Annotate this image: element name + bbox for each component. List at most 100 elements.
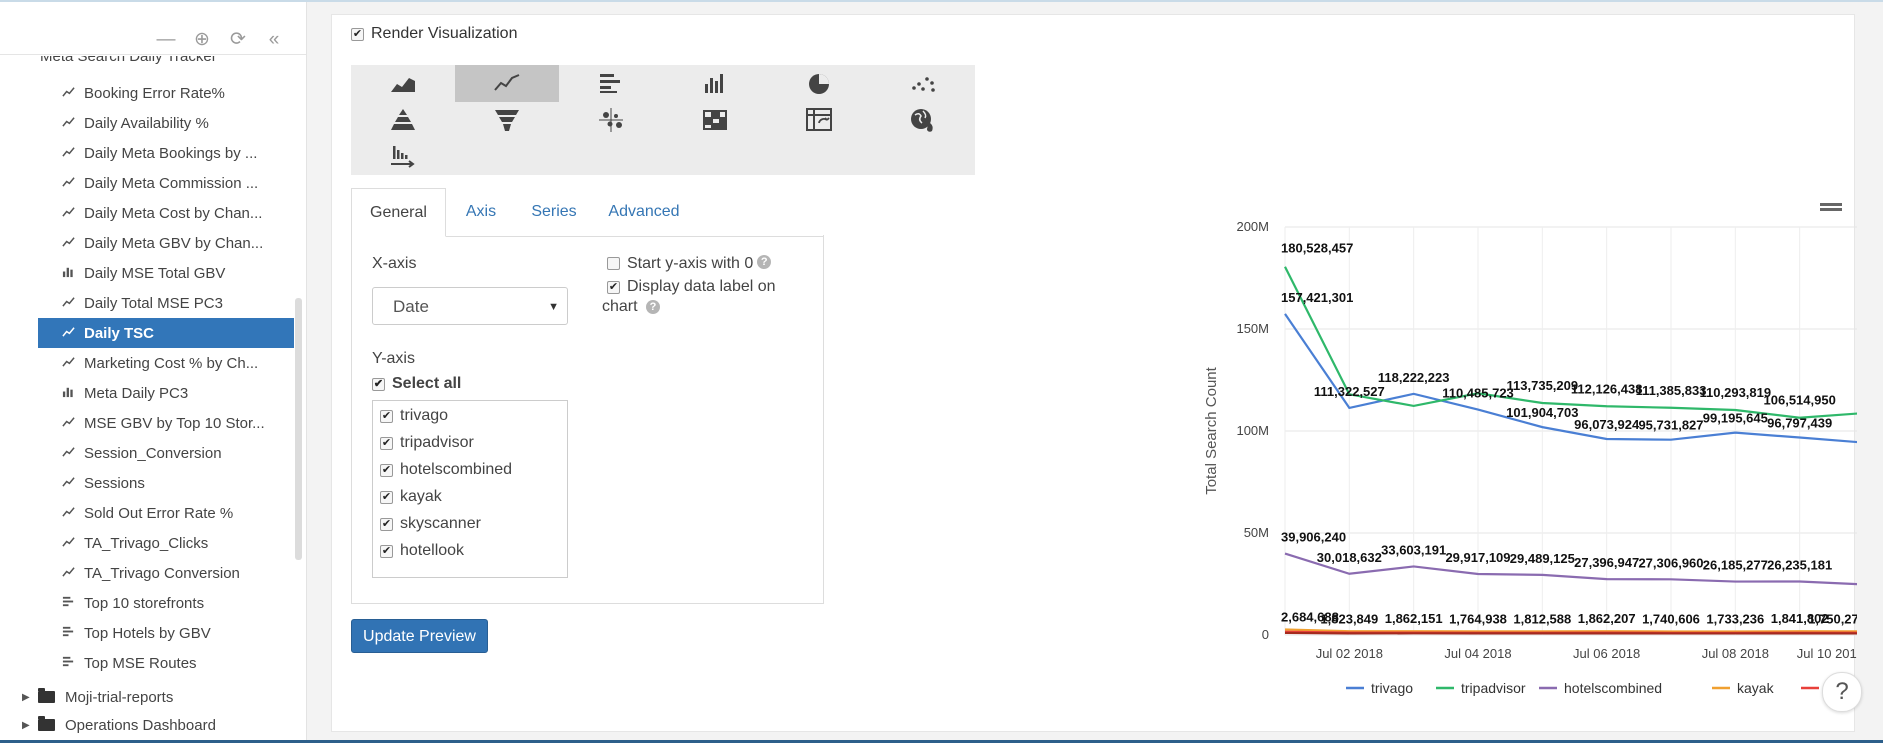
series-line-kayak[interactable] bbox=[1284, 628, 1857, 633]
menu-icon[interactable] bbox=[1820, 203, 1842, 206]
series-checkbox[interactable]: ✔ bbox=[380, 463, 393, 477]
legend-item[interactable]: hotelscombined bbox=[1564, 680, 1662, 696]
data-label: 99,195,645 bbox=[1703, 411, 1768, 426]
vertical-bar-icon[interactable] bbox=[663, 65, 767, 102]
sidebar-item[interactable]: Sold Out Error Rate % bbox=[38, 498, 294, 528]
sidebar-item[interactable]: Daily Total MSE PC3 bbox=[38, 288, 294, 318]
sidebar-item[interactable]: Daily Meta Bookings by ... bbox=[38, 138, 294, 168]
refresh-icon[interactable]: ⟳ bbox=[226, 28, 250, 52]
general-tab-panel: X-axis Date ▼ Start y-axis with 0 ? ✔ Di… bbox=[351, 235, 824, 604]
data-label: 113,735,209 bbox=[1507, 378, 1579, 393]
start-y-zero-checkbox[interactable] bbox=[607, 257, 620, 270]
data-label: 27,306,960 bbox=[1638, 555, 1703, 570]
sidebar-item[interactable]: Daily Meta Cost by Chan... bbox=[38, 198, 294, 228]
sidebar-item[interactable]: Meta Daily PC3 bbox=[38, 378, 294, 408]
data-label: 1,740,606 bbox=[1642, 611, 1700, 626]
sidebar-item-label: Sessions bbox=[84, 474, 145, 492]
update-preview-button[interactable]: Update Preview bbox=[351, 619, 488, 653]
sidebar-item-label: TA_Trivago_Clicks bbox=[84, 534, 209, 552]
sidebar-item[interactable]: Top Hotels by GBV bbox=[38, 618, 294, 648]
help-icon[interactable]: ? bbox=[646, 299, 661, 314]
pie-chart-icon[interactable] bbox=[767, 65, 871, 102]
data-label-label: Display data label on bbox=[627, 278, 776, 295]
tab-general[interactable]: General bbox=[351, 188, 446, 237]
bubble-icon[interactable] bbox=[559, 101, 663, 138]
menu-icon[interactable] bbox=[1820, 208, 1842, 211]
data-label-checkbox[interactable]: ✔ bbox=[607, 280, 620, 294]
sidebar-item[interactable]: TA_Trivago Conversion bbox=[38, 558, 294, 588]
horizontal-bar-icon bbox=[62, 595, 84, 611]
legend-item[interactable]: tripadvisor bbox=[1461, 680, 1526, 696]
sidebar-item-label: Meta Daily PC3 bbox=[84, 384, 189, 402]
sidebar-folder[interactable]: ▶ Moji-trial-reports bbox=[22, 683, 216, 711]
tab-axis[interactable]: Axis bbox=[446, 188, 516, 235]
legend-item[interactable]: kayak bbox=[1737, 680, 1775, 696]
collapse-icon[interactable]: « bbox=[262, 28, 286, 52]
sidebar-item[interactable]: Daily Meta GBV by Chan... bbox=[38, 228, 294, 258]
series-option[interactable]: ✔ hotellook bbox=[380, 542, 464, 560]
data-label-option[interactable]: ✔ Display data label on chart ? bbox=[602, 278, 776, 316]
visualization-type-picker bbox=[351, 65, 975, 175]
line-chart-icon[interactable] bbox=[455, 65, 559, 102]
series-option[interactable]: ✔ kayak bbox=[380, 488, 442, 506]
sidebar-item-label: Daily Meta Cost by Chan... bbox=[84, 204, 263, 222]
heatmap-icon[interactable] bbox=[663, 101, 767, 138]
sidebar-item-label: Top MSE Routes bbox=[84, 654, 197, 672]
select-all-checkbox[interactable]: ✔ bbox=[372, 377, 385, 391]
pivot-table-icon[interactable] bbox=[767, 101, 871, 138]
select-all-option[interactable]: ✔ Select all bbox=[372, 375, 461, 393]
pyramid-icon[interactable] bbox=[351, 101, 455, 138]
line-chart-icon bbox=[62, 205, 84, 221]
render-visualization-checkbox[interactable]: ✔ bbox=[351, 27, 364, 41]
series-option[interactable]: ✔ tripadvisor bbox=[380, 434, 474, 452]
sidebar-scrollbar[interactable] bbox=[295, 298, 302, 560]
series-checkbox[interactable]: ✔ bbox=[380, 409, 393, 423]
render-visualization-toggle[interactable]: ✔ Render Visualization bbox=[351, 25, 517, 43]
minus-icon[interactable]: — bbox=[154, 28, 178, 52]
series-checkbox[interactable]: ✔ bbox=[380, 490, 393, 504]
caret-right-icon[interactable]: ▶ bbox=[22, 720, 32, 731]
sidebar-item[interactable]: Daily Availability % bbox=[38, 108, 294, 138]
histogram-icon[interactable] bbox=[351, 137, 455, 174]
sidebar-folders: ▶ Moji-trial-reports ▶ Operations Dashboard bbox=[22, 683, 216, 739]
series-checkbox[interactable]: ✔ bbox=[380, 436, 393, 450]
sidebar-item-label: TA_Trivago Conversion bbox=[84, 564, 240, 582]
scatter-icon[interactable] bbox=[871, 65, 975, 102]
sidebar-item-label: Daily Meta Bookings by ... bbox=[84, 144, 258, 162]
data-label: 27,396,947 bbox=[1574, 555, 1639, 570]
horizontal-bar-icon bbox=[62, 625, 84, 641]
sidebar-item-label: Top 10 storefronts bbox=[84, 594, 205, 612]
sidebar-item[interactable]: Sessions bbox=[38, 468, 294, 498]
sidebar-item[interactable]: MSE GBV by Top 10 Stor... bbox=[38, 408, 294, 438]
legend-item[interactable]: trivago bbox=[1371, 680, 1413, 696]
area-chart-icon[interactable] bbox=[351, 65, 455, 102]
horizontal-bar-icon[interactable] bbox=[559, 65, 663, 102]
sidebar-item[interactable]: Marketing Cost % by Ch... bbox=[38, 348, 294, 378]
sidebar-item[interactable]: Daily TSC bbox=[38, 318, 294, 348]
start-y-zero-option[interactable]: Start y-axis with 0 ? bbox=[607, 255, 772, 273]
sidebar-partial-folder[interactable]: Meta Search Daily Tracker bbox=[40, 56, 217, 66]
sidebar-item[interactable]: Booking Error Rate% bbox=[38, 78, 294, 108]
help-icon[interactable]: ? bbox=[757, 255, 772, 269]
funnel-icon[interactable] bbox=[455, 101, 559, 138]
sidebar-item[interactable]: TA_Trivago_Clicks bbox=[38, 528, 294, 558]
series-option[interactable]: ✔ trivago bbox=[380, 407, 448, 425]
series-option[interactable]: ✔ skyscanner bbox=[380, 515, 481, 533]
sidebar-item[interactable]: Daily Meta Commission ... bbox=[38, 168, 294, 198]
tab-advanced[interactable]: Advanced bbox=[592, 188, 696, 235]
sidebar-item[interactable]: Session_Conversion bbox=[38, 438, 294, 468]
caret-right-icon[interactable]: ▶ bbox=[22, 692, 32, 703]
crosshair-icon[interactable]: ⊕ bbox=[190, 28, 214, 52]
series-checkbox[interactable]: ✔ bbox=[380, 517, 393, 531]
xaxis-select[interactable]: Date ▼ bbox=[372, 287, 568, 325]
series-checkbox[interactable]: ✔ bbox=[380, 544, 393, 558]
series-option[interactable]: ✔ hotelscombined bbox=[380, 461, 512, 479]
sidebar-item[interactable]: Top 10 storefronts bbox=[38, 588, 294, 618]
sidebar-folder[interactable]: ▶ Operations Dashboard bbox=[22, 711, 216, 739]
help-button[interactable]: ? bbox=[1822, 672, 1862, 712]
y-tick-label: 150M bbox=[1236, 321, 1269, 336]
globe-map-icon[interactable] bbox=[871, 101, 975, 138]
sidebar-item[interactable]: Daily MSE Total GBV bbox=[38, 258, 294, 288]
tab-series[interactable]: Series bbox=[516, 188, 592, 235]
sidebar-item[interactable]: Top MSE Routes bbox=[38, 648, 294, 678]
